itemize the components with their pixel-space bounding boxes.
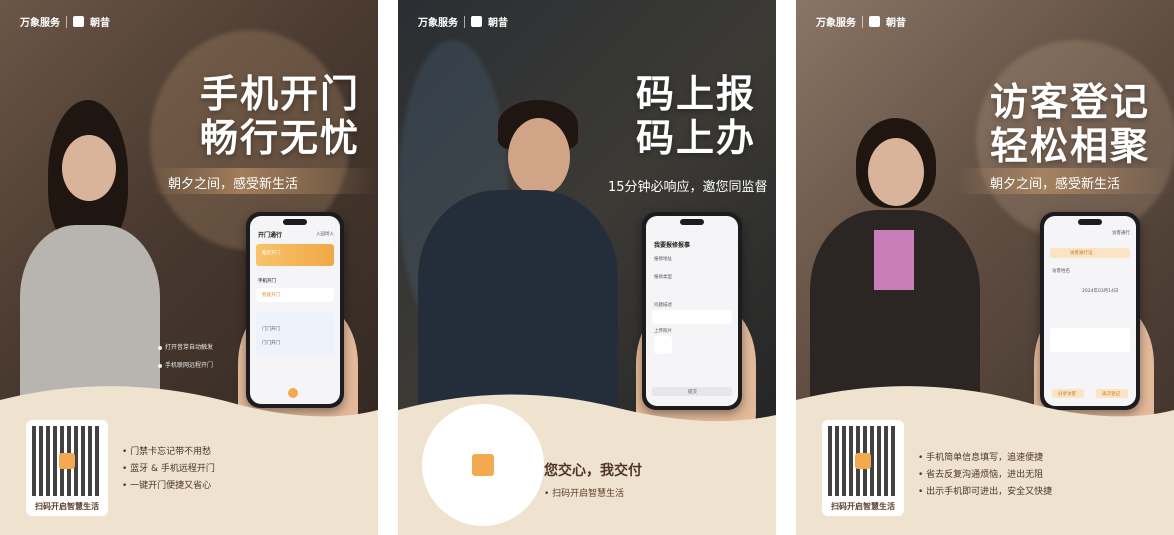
feature-list: • 手机简单信息填写，追速便捷 • 省去反复沟通烦恼，进出无阻 • 出示手机即可… <box>918 450 1052 501</box>
headline: 访客登记 轻松相聚 <box>989 80 1150 168</box>
poster-visitor: 万象服务 朝昔 访客登记 轻松相聚 朝夕之间，感受新生活 访客通行 访客通行证 访… <box>796 0 1174 535</box>
callout-remote: 手机联网远程开门 <box>158 360 213 369</box>
headline: 手机开门 畅行无忧 <box>199 72 360 160</box>
phone-mockup: 开门通行 入园场入 临近开门 手机开门 智能开门 门门开门 门门开门 <box>246 212 344 408</box>
screen-title: 开门通行 <box>258 232 283 239</box>
qr-code[interactable]: 扫码开启智慧生活 <box>822 420 904 516</box>
door-item[interactable]: 智能开门 <box>256 288 334 302</box>
bullet-item: • 手机简单信息填写，追速便捷 <box>918 453 1044 463</box>
subline: 朝夕之间，感受新生活 <box>168 177 299 192</box>
poster-door-access: 万象服务 朝昔 手机开门 畅行无忧 朝夕之间，感受新生活 打开昔芽自动触发 手机联… <box>0 0 378 535</box>
brand-logo: 万象服务 朝昔 <box>418 14 508 29</box>
bullet-item: • 省去反复沟通烦恼，进出无阻 <box>918 470 1044 480</box>
bullet-item: • 一键开门便捷又省心 <box>122 481 212 491</box>
door-list: 门门开门 门门开门 <box>256 312 334 356</box>
phone-screen: 访客通行 访客通行证 访客姓名 2024年03月14日 分享访客 再次登记 <box>1044 216 1136 406</box>
phone-screen: 开门通行 入园场入 临近开门 手机开门 智能开门 门门开门 门门开门 <box>250 216 340 404</box>
subline: 朝夕之间，感受新生活 <box>990 177 1121 192</box>
qr-caption: • 扫码开启智慧生活 <box>544 489 625 499</box>
description-input[interactable] <box>652 310 732 324</box>
upload-photo-button[interactable] <box>654 336 672 354</box>
slogan: 您交心，我交付 <box>544 463 642 479</box>
brand-logo: 万象服务 朝昔 <box>20 14 110 29</box>
phone-screen: 我要报修报事 报修地址 报修类型 问题描述 上传照片 提交 <box>646 216 738 406</box>
brand-logo: 万象服务 朝昔 <box>816 14 906 29</box>
visitor-info-card <box>1050 328 1130 352</box>
feature-list: • 门禁卡忘记带不用愁 • 蓝牙 & 手机远程开门 • 一键开门便捷又省心 <box>122 444 215 495</box>
bullet-item: • 门禁卡忘记带不用愁 <box>122 447 212 457</box>
subline: 15分钟必响应，邀您同监督 <box>608 180 768 195</box>
mini-program-code[interactable] <box>422 404 544 526</box>
unlock-card[interactable]: 临近开门 <box>256 244 334 266</box>
poster-repair-report: 万象服务 朝昔 码上报 码上办 15分钟必响应，邀您同监督 我要报修报事 报修地址… <box>398 0 776 535</box>
visitor-pass-banner: 访客通行证 <box>1050 248 1130 258</box>
screen-title: 我要报修报事 <box>654 242 691 249</box>
qr-code[interactable]: 扫码开启智慧生活 <box>26 420 108 516</box>
headline: 码上报 码上办 <box>635 72 756 160</box>
callout-auto: 打开昔芽自动触发 <box>158 342 213 351</box>
bullet-item: • 蓝牙 & 手机远程开门 <box>122 464 215 474</box>
bullet-item: • 出示手机即可进出，安全又快捷 <box>918 487 1053 497</box>
